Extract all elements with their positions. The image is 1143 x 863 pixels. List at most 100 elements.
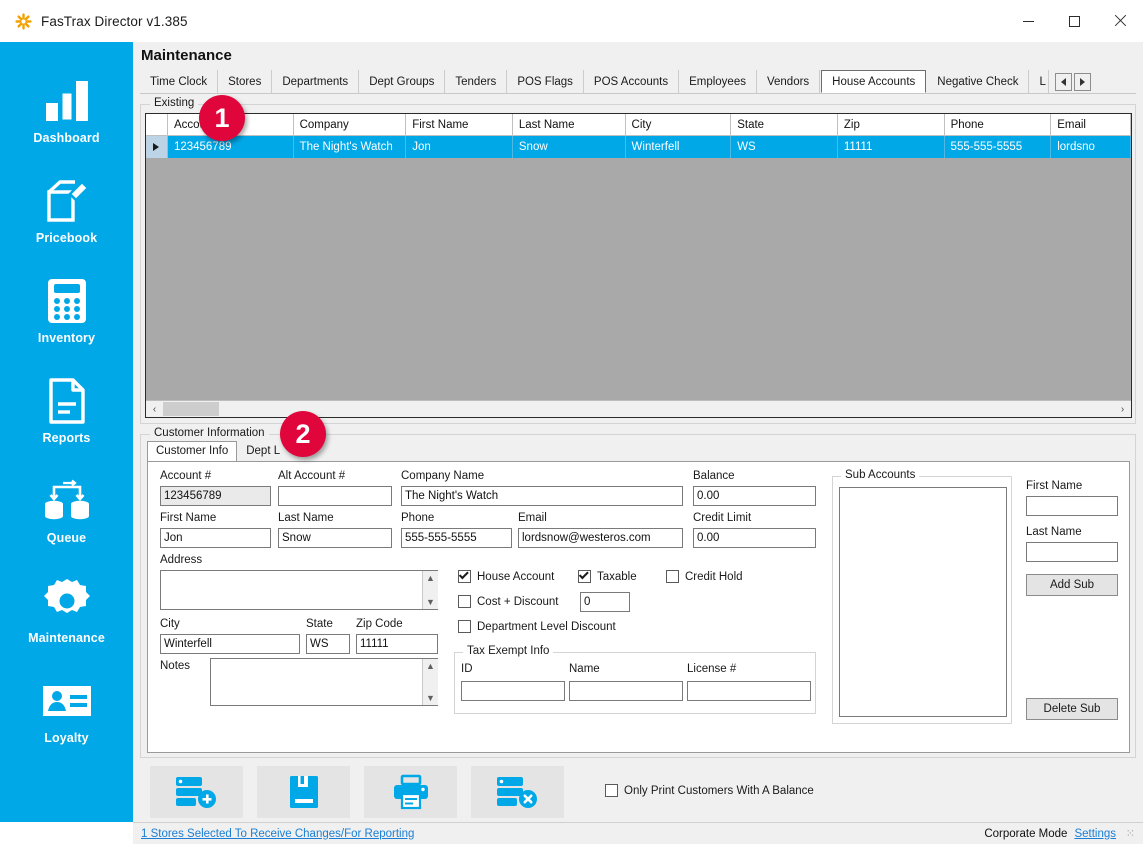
scroll-right-button[interactable]: › [1114,401,1131,417]
first-name-field[interactable] [160,528,271,548]
sidebar-bottom-spacer [0,822,133,863]
company-field[interactable] [401,486,683,506]
sidebar-item-queue[interactable]: Queue [0,460,133,560]
accounts-grid[interactable]: Account # Company First Name Last Name C… [145,113,1132,418]
scroll-thumb[interactable] [163,402,219,416]
tab-stores[interactable]: Stores [218,70,273,93]
tab-scroll-left-button[interactable] [1054,72,1072,91]
tab-tenders[interactable]: Tenders [445,70,508,93]
floppy-save-icon [289,776,318,808]
existing-group-label: Existing [150,97,199,109]
tab-house-accounts[interactable]: House Accounts [821,70,927,93]
calculator-icon [46,276,88,326]
state-field[interactable] [306,634,350,654]
sidebar-item-inventory[interactable]: Inventory [0,260,133,360]
account-field[interactable] [160,486,271,506]
house-account-checkbox[interactable]: House Account [458,569,554,583]
sidebar-item-maintenance[interactable]: Maintenance [0,560,133,660]
sidebar-item-dashboard[interactable]: Dashboard [0,60,133,160]
stores-selected-link[interactable]: 1 Stores Selected To Receive Changes/For… [141,828,414,840]
sub-last-name-field[interactable] [1026,542,1118,562]
grid-header-company[interactable]: Company [293,114,407,136]
tab-dept-level[interactable]: Dept L [237,441,289,462]
sidebar-item-reports[interactable]: Reports [0,360,133,460]
tab-scroll-right-button[interactable] [1073,72,1091,91]
department-level-discount-checkbox[interactable]: Department Level Discount [458,620,616,633]
maximize-button[interactable] [1051,0,1097,42]
address-field[interactable] [160,570,438,610]
only-print-label: Only Print Customers With A Balance [624,784,814,797]
document-icon [47,376,87,426]
delete-record-button[interactable] [471,766,564,818]
tab-departments[interactable]: Departments [272,70,360,93]
tab-time-clock[interactable]: Time Clock [140,70,219,93]
grid-header-first-name[interactable]: First Name [406,114,513,136]
scroll-left-button[interactable]: ‹ [146,401,163,417]
tab-pos-flags[interactable]: POS Flags [507,70,584,93]
grid-header-state[interactable]: State [731,114,838,136]
taxable-checkbox[interactable]: Taxable [578,569,637,583]
tab-negative-check[interactable]: Negative Check [927,70,1030,93]
phone-label: Phone [401,512,435,524]
tax-id-field[interactable] [461,681,565,701]
tab-dept-groups[interactable]: Dept Groups [359,70,446,93]
sidebar-label-loyalty: Loyalty [44,730,89,745]
minimize-button[interactable] [1005,0,1051,42]
email-field[interactable] [518,528,683,548]
credit-limit-field[interactable] [693,528,816,548]
dept-level-discount-check-box-icon[interactable] [458,620,471,633]
grid-header-city[interactable]: City [625,114,732,136]
tax-license-field[interactable] [687,681,811,701]
sidebar-item-loyalty[interactable]: Loyalty [0,660,133,760]
last-name-field[interactable] [278,528,392,548]
resize-grip-icon[interactable]: ⁙ [1123,827,1135,840]
credit-hold-check-box-icon[interactable] [666,570,679,583]
sidebar-item-pricebook[interactable]: Pricebook [0,160,133,260]
tax-id-label: ID [461,663,473,675]
delete-sub-button[interactable]: Delete Sub [1026,698,1118,720]
notes-scrollbar[interactable]: ▲ ▼ [422,659,438,705]
notes-field[interactable] [210,658,438,706]
tax-name-field[interactable] [569,681,683,701]
add-record-button[interactable] [150,766,243,818]
table-row[interactable]: 123456789 The Night's Watch Jon Snow Win… [146,136,1131,158]
cost-discount-checkbox[interactable]: Cost + Discount [458,595,559,608]
credit-hold-checkbox[interactable]: Credit Hold [666,570,743,583]
house-account-check-box-icon[interactable] [458,569,471,583]
notes-label: Notes [160,660,191,672]
tab-vendors[interactable]: Vendors [757,70,821,93]
city-label: City [160,618,180,630]
alt-account-field[interactable] [278,486,392,506]
grid-header-zip[interactable]: Zip [837,114,945,136]
taxable-check-box-icon[interactable] [578,569,591,583]
sub-accounts-listbox[interactable] [839,487,1007,717]
city-field[interactable] [160,634,300,654]
status-bar-right: Corporate Mode Settings ⁙ [984,827,1135,841]
print-button[interactable] [364,766,457,818]
tab-customer-info[interactable]: Customer Info [147,441,238,462]
balance-label: Balance [693,470,735,482]
grid-header-email[interactable]: Email [1051,114,1131,136]
address-scrollbar[interactable]: ▲ ▼ [422,571,438,609]
notes-scroll-up-icon: ▲ [426,661,435,671]
close-button[interactable] [1097,0,1143,42]
zip-field[interactable] [356,634,438,654]
cost-discount-check-box-icon[interactable] [458,595,471,608]
tab-employees[interactable]: Employees [679,70,757,93]
settings-link[interactable]: Settings [1074,828,1116,840]
cost-discount-value-field[interactable] [580,592,630,612]
grid-header-last-name[interactable]: Last Name [512,114,626,136]
balance-field[interactable] [693,486,816,506]
email-label: Email [518,512,547,524]
only-print-check-box-icon[interactable] [605,784,618,797]
add-sub-button[interactable]: Add Sub [1026,574,1118,596]
grid-header-phone[interactable]: Phone [944,114,1052,136]
phone-field[interactable] [401,528,512,548]
only-print-with-balance-checkbox[interactable]: Only Print Customers With A Balance [605,784,814,797]
database-delete-icon [496,777,537,808]
sub-first-name-field[interactable] [1026,496,1118,516]
save-button[interactable] [257,766,350,818]
tab-pos-accounts[interactable]: POS Accounts [584,70,680,93]
sidebar-label-maintenance: Maintenance [28,630,105,645]
tab-loyalty-truncated[interactable]: L [1029,70,1049,93]
